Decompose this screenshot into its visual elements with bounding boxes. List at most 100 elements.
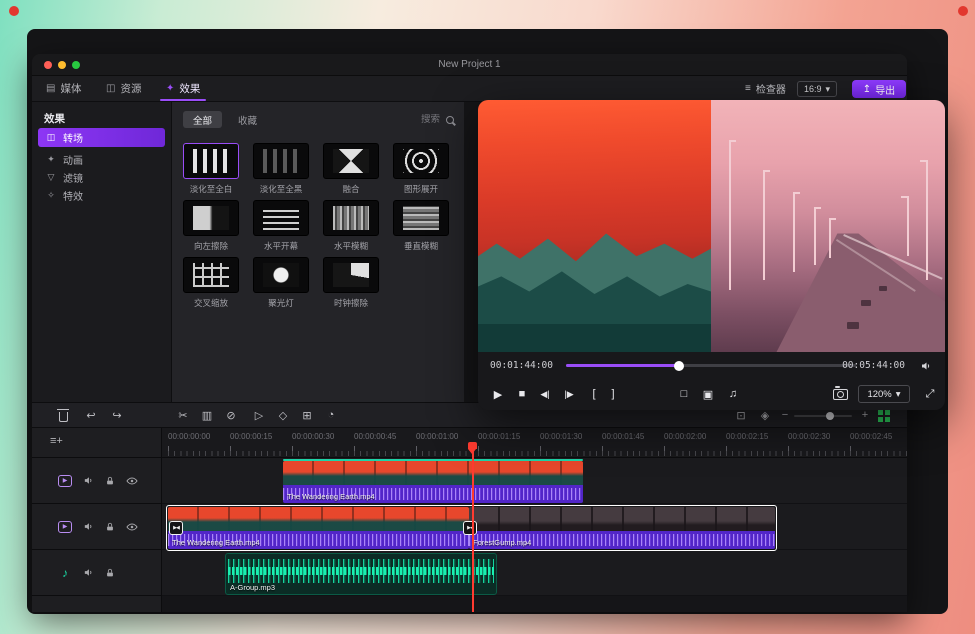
export-frame-button[interactable]: ⊞ xyxy=(298,403,316,427)
previous-frame-button[interactable]: ◀| xyxy=(535,378,555,410)
music-button[interactable]: ♫ xyxy=(723,378,743,410)
snapshot-button[interactable] xyxy=(830,378,850,410)
timeline-clip-video-2b[interactable]: ForestGump.mp4 xyxy=(469,507,775,549)
search-input[interactable] xyxy=(378,114,440,125)
effect-card-horizontal-blur[interactable]: 水平模糊 xyxy=(320,200,382,252)
effect-card-fade-to-black[interactable]: 淡化至全黑 xyxy=(250,143,312,195)
fullscreen-button[interactable]: ⤢ xyxy=(920,378,940,410)
lock-track-button[interactable] xyxy=(105,476,115,486)
effect-card-cross-zoom[interactable]: 交叉缩放 xyxy=(180,257,242,309)
lock-track-button[interactable] xyxy=(105,568,115,578)
play-button[interactable]: ▶ xyxy=(488,378,508,410)
speed-button[interactable]: ◔ xyxy=(322,403,340,427)
transition-indicator[interactable]: ▶◀ xyxy=(169,521,183,535)
redo-icon: ↪ xyxy=(112,409,121,422)
add-track-button[interactable]: ≡+ xyxy=(50,435,63,447)
timeline-corner: ≡+ xyxy=(32,428,161,458)
mute-track-button[interactable] xyxy=(83,475,94,486)
spotlight-icon xyxy=(253,257,309,293)
tab-all[interactable]: 全部 xyxy=(183,111,222,128)
tab-effects[interactable]: ✦ 效果 xyxy=(166,76,200,101)
effect-card-clock-wipe[interactable]: 时钟擦除 xyxy=(320,257,382,309)
audio-track-icon[interactable]: ♪ xyxy=(58,566,72,580)
track-manager-toggle-icon[interactable] xyxy=(878,410,890,422)
effect-label: 聚光灯 xyxy=(250,297,312,309)
track-header-video-1: ▶ xyxy=(32,458,161,504)
effect-card-spotlight[interactable]: 聚光灯 xyxy=(250,257,312,309)
undo-button[interactable]: ↩ xyxy=(82,403,100,427)
wallpaper-dot-right xyxy=(958,6,968,16)
trash-icon xyxy=(59,412,68,422)
ruler-minor-ticks xyxy=(168,451,907,456)
lamp-post xyxy=(793,192,795,272)
mountain-silhouette xyxy=(478,324,711,352)
timeline-clip-video-2a[interactable]: The Wandering Earth.mp4 xyxy=(168,507,469,549)
effect-label: 向左擦除 xyxy=(180,240,242,252)
effect-label: 水平模糊 xyxy=(320,240,382,252)
mark-out-button[interactable]: ] xyxy=(603,378,623,410)
tab-resources[interactable]: ◫ 资源 xyxy=(106,76,141,101)
crop-icon: □ xyxy=(681,388,688,400)
tab-label: 资源 xyxy=(120,81,141,96)
track-header-audio: ♪ xyxy=(32,550,161,596)
marker-button[interactable]: ◇ xyxy=(274,403,292,427)
chevron-down-icon: ▾ xyxy=(826,84,831,95)
wallpaper-dot-left xyxy=(9,6,19,16)
effect-card-wipe-left[interactable]: 向左擦除 xyxy=(180,200,242,252)
effect-card-shape-expand[interactable]: 图形展开 xyxy=(390,143,452,195)
animation-icon: ✦ xyxy=(46,154,56,165)
timeline-zoom-slider[interactable] xyxy=(794,415,852,417)
transform-button[interactable]: ▣ xyxy=(698,378,718,410)
stop-button[interactable]: ■ xyxy=(512,378,532,410)
seek-slider[interactable] xyxy=(566,364,856,367)
effect-label: 水平开幕 xyxy=(250,240,312,252)
mute-track-button[interactable] xyxy=(83,567,94,578)
sidebar-header: 效果 xyxy=(44,111,65,126)
effect-card-horizontal-open[interactable]: 水平开幕 xyxy=(250,200,312,252)
playhead[interactable] xyxy=(472,444,474,612)
sidebar-item-transitions[interactable]: ◫ 转场 xyxy=(38,128,165,147)
render-preview-button[interactable]: ▷ xyxy=(250,403,268,427)
timeline-clip-video-1[interactable]: The Wandering Earth.mp4 xyxy=(283,461,583,503)
export-button[interactable]: ↥ 导出 xyxy=(852,80,906,98)
effect-card-fade-to-white[interactable]: 淡化至全白 xyxy=(180,143,242,195)
timeline-ruler[interactable]: 00:00:00:00 00:00:00:15 00:00:00:30 00:0… xyxy=(162,428,907,458)
mark-in-button[interactable]: [ xyxy=(584,378,604,410)
timeline-empty-area xyxy=(162,596,907,612)
transform-icon: ▣ xyxy=(703,388,713,401)
transition-indicator[interactable]: ▶◀ xyxy=(463,521,477,535)
split-button[interactable]: ✂ xyxy=(174,403,192,427)
mute-track-button[interactable] xyxy=(83,521,94,532)
crop-button[interactable]: □ xyxy=(674,378,694,410)
delete-button[interactable] xyxy=(54,403,72,427)
lock-track-button[interactable] xyxy=(105,522,115,532)
timeline-clip-audio[interactable]: A-Group.mp3 xyxy=(225,553,497,595)
tab-favorites[interactable]: 收藏 xyxy=(228,111,267,128)
sidebar-item-label: 转场 xyxy=(63,130,83,145)
volume-button[interactable] xyxy=(920,359,932,377)
attach-button[interactable]: ⊘ xyxy=(222,403,240,427)
tab-media[interactable]: ▤ 媒体 xyxy=(46,76,81,101)
preview-controls: ▶ ■ ◀| |▶ [ ] □ ▣ ♫ 120% ▾ ⤢ xyxy=(478,378,945,410)
hide-track-button[interactable] xyxy=(126,521,138,533)
next-frame-button[interactable]: |▶ xyxy=(559,378,579,410)
video-track-icon[interactable]: ▶ xyxy=(58,475,72,487)
crop-button[interactable]: ▥ xyxy=(198,403,216,427)
aspect-ratio-select[interactable]: 16:9 ▾ xyxy=(797,81,837,97)
ruler-timecode: 00:00:00:15 xyxy=(230,432,272,441)
marker-icon: ◇ xyxy=(279,409,287,422)
seek-knob[interactable] xyxy=(674,361,684,371)
redo-button[interactable]: ↪ xyxy=(108,403,126,427)
timeline: ≡+ ▶ ▶ ♪ xyxy=(32,428,907,612)
effect-card-blend[interactable]: 融合 xyxy=(320,143,382,195)
hide-track-button[interactable] xyxy=(126,475,138,487)
effect-card-vertical-blur[interactable]: 垂直模糊 xyxy=(390,200,452,252)
export-frame-icon: ⊞ xyxy=(302,409,311,422)
sidebar-item-special-effects[interactable]: ✧ 特效 xyxy=(38,186,165,205)
preview-zoom-select[interactable]: 120% ▾ xyxy=(858,385,910,403)
video-track-icon[interactable]: ▶ xyxy=(58,521,72,533)
slider-knob[interactable] xyxy=(826,412,834,420)
sidebar-item-filters[interactable]: ▽ 滤镜 xyxy=(38,168,165,187)
sidebar-item-animation[interactable]: ✦ 动画 xyxy=(38,150,165,169)
inspector-button[interactable]: ≡ 检查器 xyxy=(745,76,786,101)
